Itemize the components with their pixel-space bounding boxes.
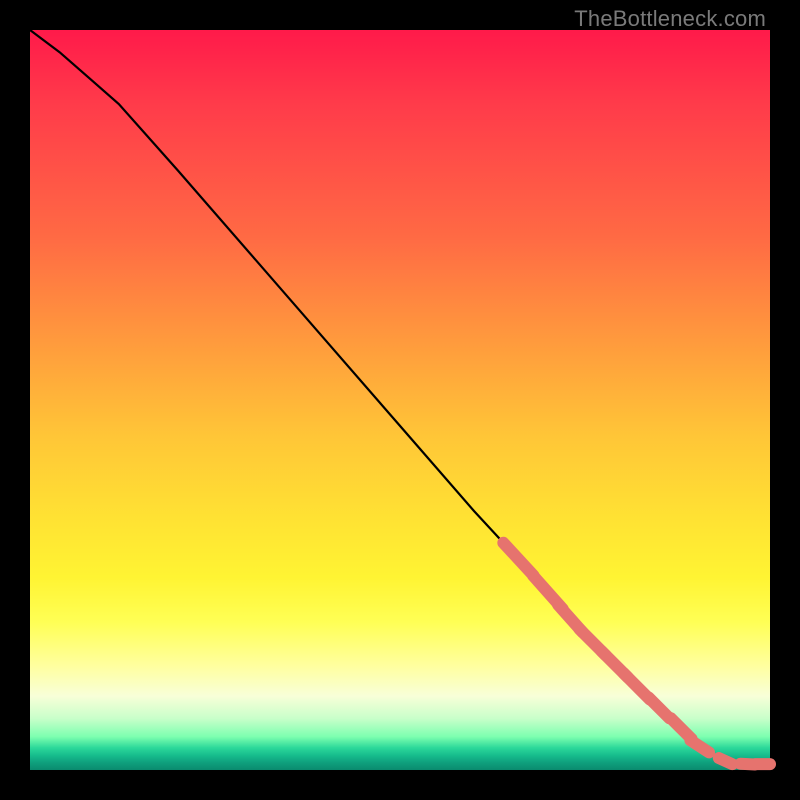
chart-curve	[30, 30, 770, 764]
watermark-text: TheBottleneck.com	[574, 6, 766, 32]
chart-plot-area	[30, 30, 770, 770]
chart-markers	[503, 543, 770, 765]
chart-marker	[719, 758, 733, 764]
chart-svg	[30, 30, 770, 770]
chart-marker	[690, 740, 709, 752]
chart-frame: TheBottleneck.com	[0, 0, 800, 800]
chart-marker	[503, 543, 533, 576]
